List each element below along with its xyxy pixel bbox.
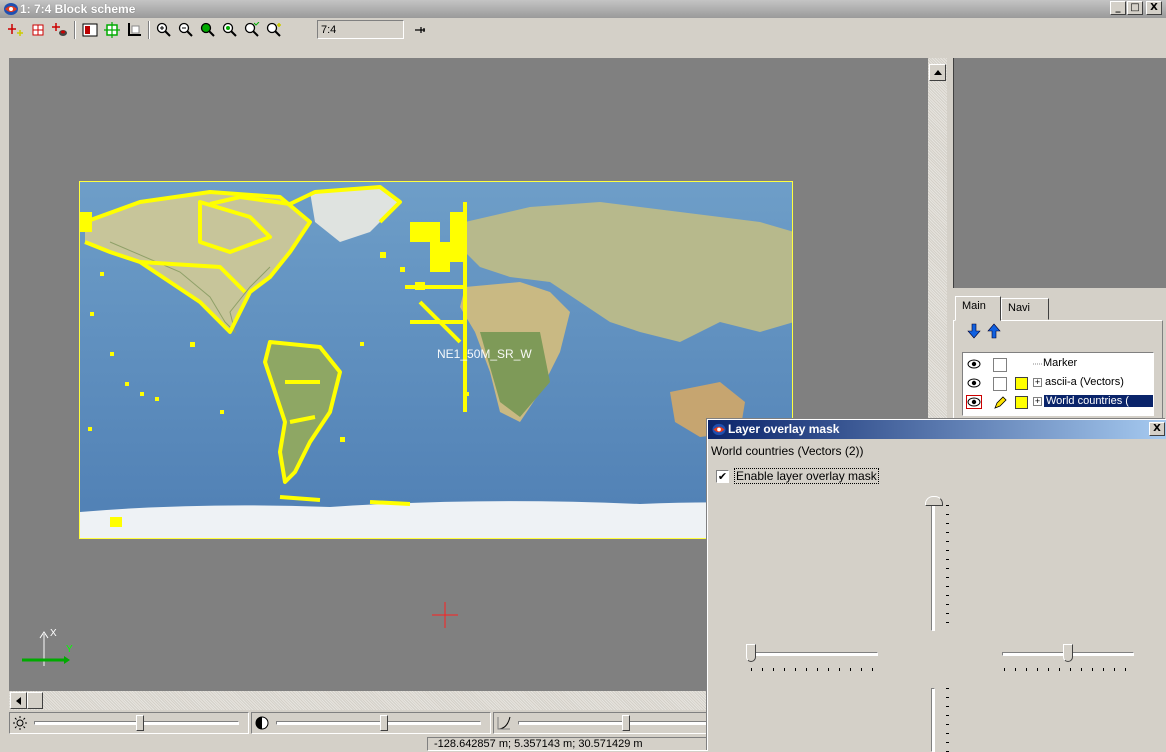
eye-icon[interactable] xyxy=(967,358,981,370)
add-layer-icon[interactable] xyxy=(50,20,70,40)
zoom-100-icon[interactable] xyxy=(220,20,240,40)
enable-mask-label[interactable]: Enable layer overlay mask xyxy=(734,468,879,484)
zoom-fit-icon[interactable] xyxy=(242,20,262,40)
brightness-icon xyxy=(13,716,27,730)
top-slider-ticks xyxy=(946,505,949,631)
layer-tabs: Main Navi xyxy=(953,296,1166,322)
toolbar-separator xyxy=(148,21,150,39)
eye-icon[interactable] xyxy=(966,395,982,409)
crop-icon[interactable] xyxy=(102,20,122,40)
toolbar-separator xyxy=(74,21,76,39)
top-slider-thumb[interactable] xyxy=(925,496,943,506)
left-slider-ticks xyxy=(751,668,881,671)
axis-y-label: Y xyxy=(66,644,73,655)
pin-icon[interactable] xyxy=(410,20,430,40)
dialog-close-button[interactable]: X xyxy=(1149,422,1165,436)
coordinates-status: -128.642857 m; 5.357143 m; 30.571429 m xyxy=(427,737,717,751)
move-up-icon[interactable] xyxy=(986,323,1002,339)
arrow-left-icon xyxy=(16,696,21,705)
layer-name: World countries ( xyxy=(1044,395,1153,407)
app-logo-icon xyxy=(4,3,18,15)
right-slider-ticks xyxy=(1004,668,1134,671)
tree-line-icon xyxy=(1033,363,1043,365)
crosshair-icon xyxy=(432,602,458,628)
edit-toggle[interactable] xyxy=(993,377,1007,391)
image-label: NE1_50M_SR_W xyxy=(437,347,532,361)
brightness-control xyxy=(9,712,249,734)
layer-list: Marker + ascii-a (Vectors) + World count… xyxy=(962,352,1154,416)
gamma-curve-icon xyxy=(497,716,511,730)
contrast-slider[interactable] xyxy=(276,721,481,725)
move-down-icon[interactable] xyxy=(966,323,982,339)
left-mask-slider[interactable] xyxy=(748,652,878,656)
window-titlebar: 1: 7:4 Block scheme _ □ X xyxy=(0,0,1166,18)
right-slider-thumb[interactable] xyxy=(1063,644,1073,662)
scroll-left-button[interactable] xyxy=(10,692,27,709)
layer-color-swatch[interactable] xyxy=(1015,377,1028,390)
gamma-control xyxy=(493,712,709,734)
window-title: 1: 7:4 Block scheme xyxy=(20,2,136,16)
edit-toggle[interactable] xyxy=(993,358,1007,372)
add-marker-icon[interactable] xyxy=(6,20,26,40)
bottom-mask-slider[interactable] xyxy=(931,688,935,752)
bottom-slider-ticks xyxy=(946,688,949,752)
extent-icon[interactable] xyxy=(124,20,144,40)
close-button[interactable]: X xyxy=(1146,1,1162,15)
dialog-layer-name: World countries (Vectors (2)) xyxy=(711,444,864,458)
gamma-slider[interactable] xyxy=(518,721,708,725)
dialog-title: Layer overlay mask xyxy=(728,422,840,436)
minimize-button[interactable]: _ xyxy=(1110,1,1126,15)
arrow-up-icon xyxy=(933,70,942,75)
layer-name: ascii-a (Vectors) xyxy=(1045,376,1124,388)
contrast-thumb[interactable] xyxy=(380,715,388,731)
layer-color-swatch[interactable] xyxy=(1015,396,1028,409)
top-mask-slider[interactable] xyxy=(931,505,935,631)
zoom-region-icon[interactable] xyxy=(198,20,218,40)
scale-input[interactable] xyxy=(317,20,404,39)
overview-panel[interactable] xyxy=(953,58,1166,288)
eye-icon[interactable] xyxy=(967,377,981,389)
zoom-in-icon[interactable] xyxy=(154,20,174,40)
horizontal-scrollbar[interactable] xyxy=(9,691,709,710)
layer-overlay-mask-dialog: Layer overlay mask X World countries (Ve… xyxy=(707,419,1166,752)
layer-row[interactable]: + ascii-a (Vectors) xyxy=(963,374,1153,392)
maximize-button[interactable]: □ xyxy=(1127,1,1143,15)
gamma-thumb[interactable] xyxy=(622,715,630,731)
tab-navi[interactable]: Navi xyxy=(1001,298,1049,320)
axis-indicator: X Y xyxy=(20,626,80,682)
raster-image xyxy=(79,181,793,539)
axis-x-label: X xyxy=(50,628,57,639)
frame-icon[interactable] xyxy=(80,20,100,40)
scroll-up-button[interactable] xyxy=(929,64,946,81)
pencil-icon[interactable] xyxy=(993,396,1007,410)
expand-icon[interactable]: + xyxy=(1033,378,1042,387)
grid-icon[interactable] xyxy=(28,20,48,40)
expand-icon[interactable]: + xyxy=(1033,397,1042,406)
zoom-prev-icon[interactable] xyxy=(264,20,284,40)
tab-main[interactable]: Main xyxy=(955,296,1001,321)
dialog-titlebar[interactable]: Layer overlay mask X xyxy=(708,420,1166,439)
contrast-control xyxy=(251,712,491,734)
left-slider-thumb[interactable] xyxy=(746,644,756,662)
toolbar xyxy=(0,18,1166,58)
layer-row[interactable]: Marker xyxy=(963,355,1153,373)
layer-row-selected[interactable]: + World countries ( xyxy=(963,393,1153,411)
zoom-out-icon[interactable] xyxy=(176,20,196,40)
contrast-icon xyxy=(255,716,269,730)
app-logo-icon xyxy=(712,423,726,436)
enable-mask-checkbox[interactable]: ✔ xyxy=(716,470,729,483)
layer-name: Marker xyxy=(1043,357,1078,369)
adjust-bar xyxy=(9,712,709,734)
scroll-thumb[interactable] xyxy=(27,692,43,709)
brightness-thumb[interactable] xyxy=(136,715,144,731)
